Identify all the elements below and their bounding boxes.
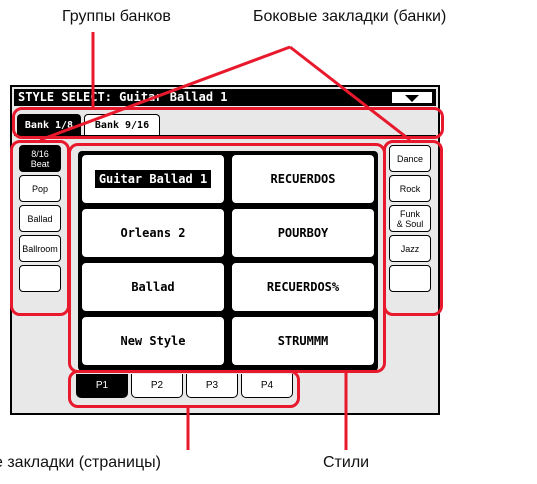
style-cell[interactable]: Ballad <box>80 261 226 313</box>
style-cell[interactable]: Guitar Ballad 1 <box>80 153 226 205</box>
style-cell[interactable]: RECUERDOS <box>230 153 376 205</box>
tab-page-p3[interactable]: P3 <box>186 374 238 398</box>
style-label: Orleans 2 <box>120 226 186 240</box>
window-title: STYLE SELECT: Guitar Ballad 1 <box>18 90 228 104</box>
side-tab-empty <box>19 265 61 292</box>
window-titlebar: STYLE SELECT: Guitar Ballad 1 <box>14 89 436 106</box>
tab-page-p1[interactable]: P1 <box>76 374 128 398</box>
tab-divider <box>14 135 436 136</box>
style-label: Guitar Ballad 1 <box>94 170 212 188</box>
style-grid: Guitar Ballad 1 RECUERDOS Orleans 2 POUR… <box>78 151 378 371</box>
side-tab-funk-soul[interactable]: Funk & Soul <box>389 205 431 232</box>
style-cell[interactable]: Orleans 2 <box>80 207 226 259</box>
side-tab-8-16-beat[interactable]: 8/16 Beat <box>19 145 61 172</box>
side-tab-rock[interactable]: Rock <box>389 175 431 202</box>
style-label: POURBOY <box>277 226 329 240</box>
style-label: STRUMMM <box>277 334 329 348</box>
style-label: New Style <box>120 334 186 348</box>
tab-page-p4[interactable]: P4 <box>241 374 293 398</box>
side-tab-label: 8/16 Beat <box>30 148 50 169</box>
side-tab-label: Ballroom <box>22 243 58 254</box>
callout-side-tabs: Боковые закладки (банки) <box>253 8 447 25</box>
side-tab-label: Ballad <box>27 213 53 224</box>
side-tab-label: Dance <box>396 153 423 164</box>
style-cell[interactable]: POURBOY <box>230 207 376 259</box>
style-cell[interactable]: STRUMMM <box>230 315 376 367</box>
side-tab-ballad[interactable]: Ballad <box>19 205 61 232</box>
callout-styles: Стили <box>323 454 370 471</box>
tab-page-p2[interactable]: P2 <box>131 374 183 398</box>
style-select-screen: STYLE SELECT: Guitar Ballad 1 Bank 1/8 B… <box>10 85 440 415</box>
side-tab-label: Funk & Soul <box>396 208 424 229</box>
style-cell[interactable]: RECUERDOS% <box>230 261 376 313</box>
tab-bank-1-8[interactable]: Bank 1/8 <box>17 114 81 136</box>
side-tab-empty <box>389 265 431 292</box>
page-menu-button[interactable] <box>391 91 433 104</box>
side-tab-ballroom[interactable]: Ballroom <box>19 235 61 262</box>
side-tab-pop[interactable]: Pop <box>19 175 61 202</box>
side-tab-jazz[interactable]: Jazz <box>389 235 431 262</box>
tab-bank-9-16[interactable]: Bank 9/16 <box>84 114 160 136</box>
style-label: RECUERDOS% <box>266 280 340 294</box>
side-tab-label: Rock <box>399 183 421 194</box>
triangle-down-icon <box>405 95 419 102</box>
style-cell[interactable]: New Style <box>80 315 226 367</box>
side-tab-dance[interactable]: Dance <box>389 145 431 172</box>
style-label: RECUERDOS <box>270 172 336 186</box>
callout-bottom-tabs: е закладки (страницы) <box>0 454 161 471</box>
side-tab-label: Pop <box>31 183 48 194</box>
callout-bank-groups: Группы банков <box>62 8 171 25</box>
side-tab-label: Jazz <box>400 243 420 254</box>
style-label: Ballad <box>131 280 175 294</box>
